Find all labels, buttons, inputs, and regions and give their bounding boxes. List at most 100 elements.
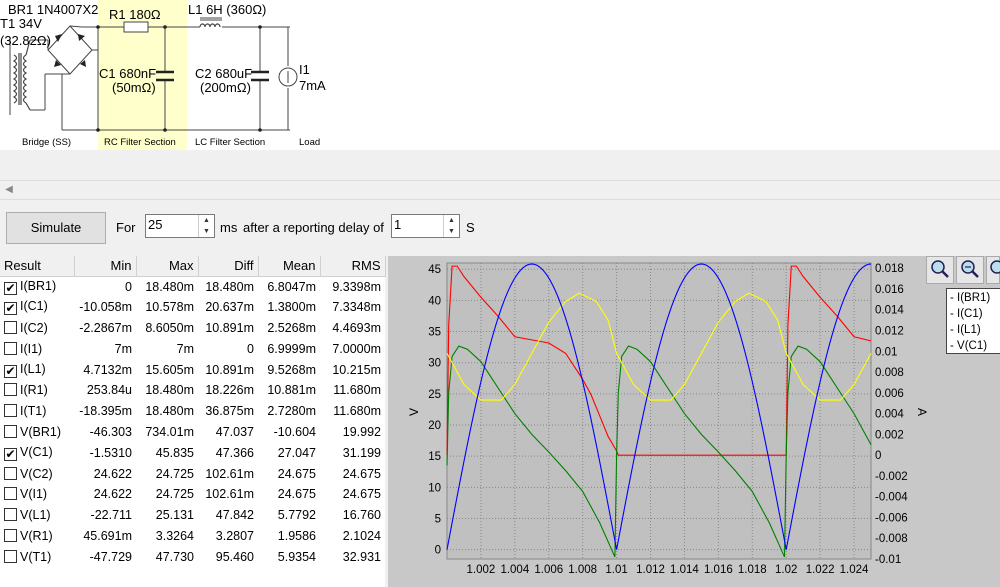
table-row[interactable]: I(T1) -18.395m 18.480m 36.875m 2.7280m 11.680… [0,401,385,422]
result-label: V(L1) [20,508,51,523]
result-checkbox[interactable]: ✔ [4,302,17,316]
zoom-out-button[interactable] [956,256,984,284]
waveform-chart: 1.002 1.004 1.006 1.008 1.01 1.012 1.014 1.016 1… [407,262,929,576]
delay-spinner[interactable]: ▲ ▼ [391,214,460,238]
scroll-left-icon[interactable]: ◀ [0,181,18,199]
cell-mean: 5.9354 [277,549,316,564]
delay-down-icon[interactable]: ▼ [444,226,459,237]
result-name-cell: I(R1) [0,380,74,401]
table-row[interactable]: ✔ V(C1) -1.5310 45.835 47.366 27.047 31.199 [0,442,385,463]
table-row[interactable]: ✔ I(L1) 4.7132m 15.605m 10.891m 9.5268m 10.215… [0,359,385,380]
zoom-in-button[interactable] [926,256,954,284]
i1-value: 7mA [299,78,326,93]
result-name-cell: V(BR1) [0,422,74,443]
cell-diff: 102.61m [205,466,254,481]
transformer-resistance: (32.82Ω) [0,33,51,48]
duration-spinner[interactable]: ▲ ▼ [145,214,215,238]
table-row[interactable]: ✔ I(BR1) 0 18.480m 18.480m 6.8047m 9.3398m [0,276,385,297]
result-checkbox[interactable]: ✔ [4,281,17,295]
column-header-min[interactable]: Min [74,256,137,277]
y2-tick-label: 0.01 [875,346,897,358]
horizontal-scrollbar[interactable]: ◀ [0,180,1000,200]
result-label: I(T1) [20,404,47,419]
cell-mean: 1.3800m [267,300,316,315]
result-checkbox[interactable] [4,383,17,397]
result-label: V(C1) [20,444,53,459]
cell-min: -47.729 [89,549,132,564]
y2-tick-label: -0.01 [875,554,901,566]
result-checkbox[interactable] [4,549,17,563]
section-label-load: Load [299,137,320,148]
cell-rms: 9.3398m [332,279,381,294]
cell-mean: 2.5268m [267,320,316,335]
result-label: V(BR1) [20,424,61,439]
legend-item: - I(BR1) [950,292,991,304]
c2-label: C2 680uF [195,66,252,81]
result-name-cell: V(L1) [0,505,74,526]
column-header-diff[interactable]: Diff [198,256,259,277]
y-tick-label: 45 [428,264,441,276]
cell-diff: 10.891m [205,320,254,335]
result-checkbox[interactable]: ✔ [4,447,17,461]
table-row[interactable]: V(T1) -47.729 47.730 95.460 5.9354 32.931 [0,546,385,567]
c1-label: C1 680nF [99,66,156,81]
table-row[interactable]: V(BR1) -46.303 734.01m 47.037 -10.604 19.992 [0,422,385,443]
result-checkbox[interactable] [4,487,17,501]
zoom-out-icon [961,260,979,278]
chart-legend: - I(BR1) - I(C1) - I(L1) - V(C1) [946,288,1000,354]
results-table-panel: Result Min Max Diff Mean RMS ✔ I(BR1) 0 18.… [0,256,386,587]
cell-diff: 102.61m [205,487,254,502]
result-label: I(BR1) [20,278,57,293]
column-header-rms[interactable]: RMS [320,256,386,277]
table-row[interactable]: I(R1) 253.84u 18.480m 18.226m 10.881m 11.680m [0,380,385,401]
y-tick-label: 0 [435,545,441,557]
duration-down-icon[interactable]: ▼ [199,226,214,237]
result-name-cell: V(I1) [0,484,74,505]
ms-label: ms [220,220,238,235]
transformer-label: T1 34V [0,16,42,31]
bridge-label: BR1 1N4007X2 [8,2,98,17]
y-tick-label: 30 [428,358,441,370]
result-checkbox[interactable] [4,424,17,438]
cell-max: 18.480m [145,383,194,398]
result-checkbox[interactable] [4,341,17,355]
table-row[interactable]: V(L1) -22.711 25.131 47.842 5.7792 16.760 [0,505,385,526]
cell-mean: 1.9586 [277,528,316,543]
result-checkbox[interactable] [4,404,17,418]
table-row[interactable]: I(C2) -2.2867m 8.6050m 10.891m 2.5268m 4.4693… [0,318,385,339]
column-header-max[interactable]: Max [136,256,199,277]
result-checkbox[interactable] [4,508,17,522]
result-label: I(L1) [20,361,46,376]
column-header-mean[interactable]: Mean [258,256,321,277]
y2-tick-label: 0.002 [875,429,904,441]
zoom-fit-button[interactable] [986,256,1000,284]
table-row[interactable]: ✔ I(C1) -10.058m 10.578m 20.637m 1.3800m 7.334… [0,297,385,318]
cell-mean: 6.9999m [267,341,316,356]
table-row[interactable]: V(R1) 45.691m 3.3264 3.2807 1.9586 2.1024 [0,526,385,547]
cell-min: 4.7132m [83,362,132,377]
legend-item: - I(L1) [950,324,981,336]
result-checkbox[interactable]: ✔ [4,364,17,378]
result-checkbox[interactable] [4,320,17,334]
table-row[interactable]: V(I1) 24.622 24.725 102.61m 24.675 24.675 [0,484,385,505]
table-row[interactable]: I(I1) 7m 7m 0 6.9999m 7.0000m [0,338,385,359]
result-checkbox[interactable] [4,528,17,542]
x-tick-label: 1.014 [670,564,699,576]
cell-mean: 27.047 [277,445,316,460]
table-row[interactable]: V(C2) 24.622 24.725 102.61m 24.675 24.675 [0,463,385,484]
simulate-button[interactable]: Simulate [6,212,106,244]
duration-input[interactable] [148,217,188,232]
column-header-result[interactable]: Result [0,256,75,277]
y-tick-label: 20 [428,420,441,432]
for-label: For [116,220,136,235]
cell-min: -18.395m [79,404,132,419]
duration-up-icon[interactable]: ▲ [199,215,214,226]
delay-input[interactable] [394,217,434,232]
x-tick-label: 1.002 [467,564,496,576]
y-axis-label: V [407,408,421,416]
section-label-rc: RC Filter Section [104,137,176,148]
delay-up-icon[interactable]: ▲ [444,215,459,226]
result-checkbox[interactable] [4,466,17,480]
cell-diff: 36.875m [205,404,254,419]
result-label: V(I1) [20,487,48,502]
